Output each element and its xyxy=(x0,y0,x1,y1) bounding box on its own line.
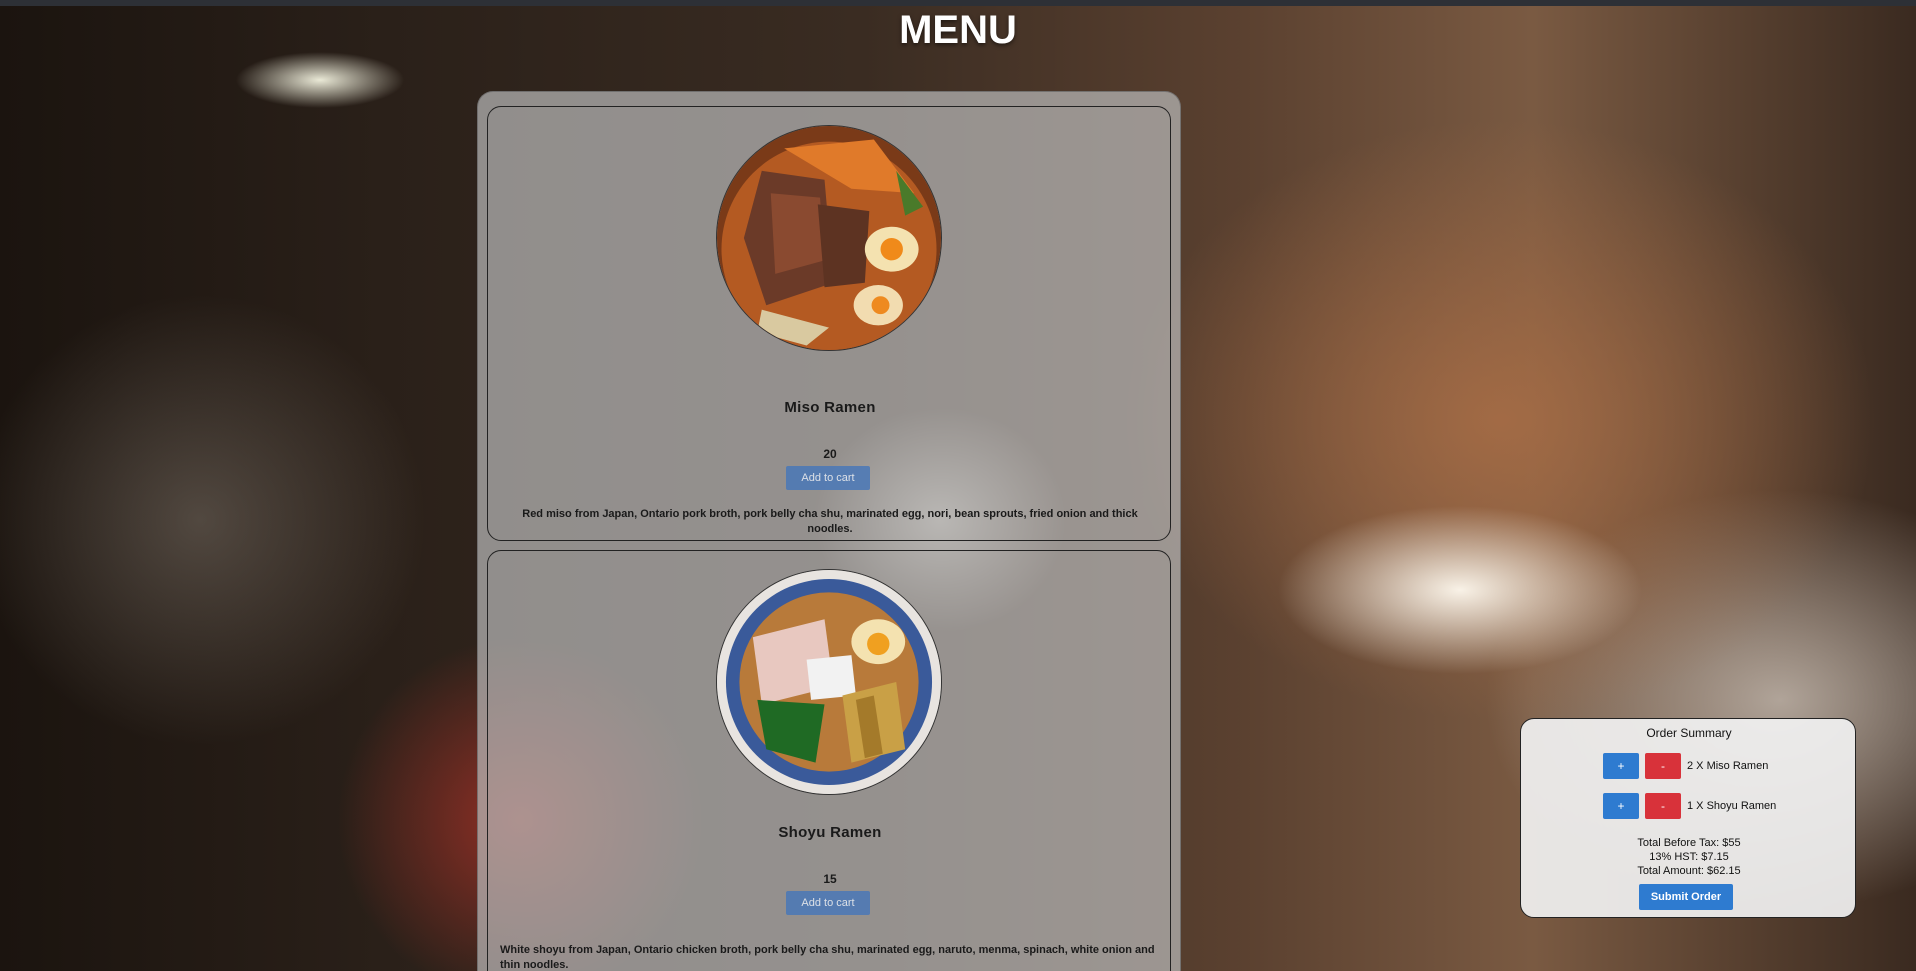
menu-item-miso-ramen: Miso Ramen 20 Add to cart Red miso from … xyxy=(487,106,1171,541)
total-before-tax: Total Before Tax: $55 xyxy=(1637,837,1741,849)
increase-quantity-button[interactable]: + xyxy=(1603,793,1639,819)
hst-amount: 13% HST: $7.15 xyxy=(1649,851,1729,863)
dish-description: Red miso from Japan, Ontario pork broth,… xyxy=(522,508,1138,535)
menu-item-shoyu-ramen: Shoyu Ramen 15 Add to cart White shoyu f… xyxy=(487,550,1171,971)
order-row-shoyu: + - 1 X Shoyu Ramen xyxy=(1603,793,1776,819)
dish-name: Shoyu Ramen xyxy=(778,824,882,841)
decrease-quantity-button[interactable]: - xyxy=(1645,793,1681,819)
order-summary-title: Order Summary xyxy=(1646,726,1732,740)
menu-panel: Miso Ramen 20 Add to cart Red miso from … xyxy=(477,91,1181,971)
add-to-cart-button-miso[interactable]: Add to cart xyxy=(786,466,870,490)
page-title: MENU xyxy=(899,8,1017,52)
dish-description: White shoyu from Japan, Ontario chicken … xyxy=(500,944,1155,971)
decrease-quantity-button[interactable]: - xyxy=(1645,753,1681,779)
order-totals: Total Before Tax: $55 13% HST: $7.15 Tot… xyxy=(1521,836,1857,878)
shoyu-ramen-image xyxy=(716,569,942,795)
submit-order-button[interactable]: Submit Order xyxy=(1639,884,1733,910)
dish-price: 20 xyxy=(823,447,837,461)
increase-quantity-button[interactable]: + xyxy=(1603,753,1639,779)
order-row-miso: + - 2 X Miso Ramen xyxy=(1603,753,1768,779)
add-to-cart-button-shoyu[interactable]: Add to cart xyxy=(786,891,870,915)
order-summary-panel: Order Summary + - 2 X Miso Ramen + - 1 X… xyxy=(1520,718,1856,918)
dish-price: 15 xyxy=(823,872,837,886)
miso-ramen-image xyxy=(716,125,942,351)
dish-name: Miso Ramen xyxy=(784,399,876,416)
order-row-label: 2 X Miso Ramen xyxy=(1687,760,1769,772)
order-row-label: 1 X Shoyu Ramen xyxy=(1687,800,1777,812)
total-amount: Total Amount: $62.15 xyxy=(1637,865,1741,877)
